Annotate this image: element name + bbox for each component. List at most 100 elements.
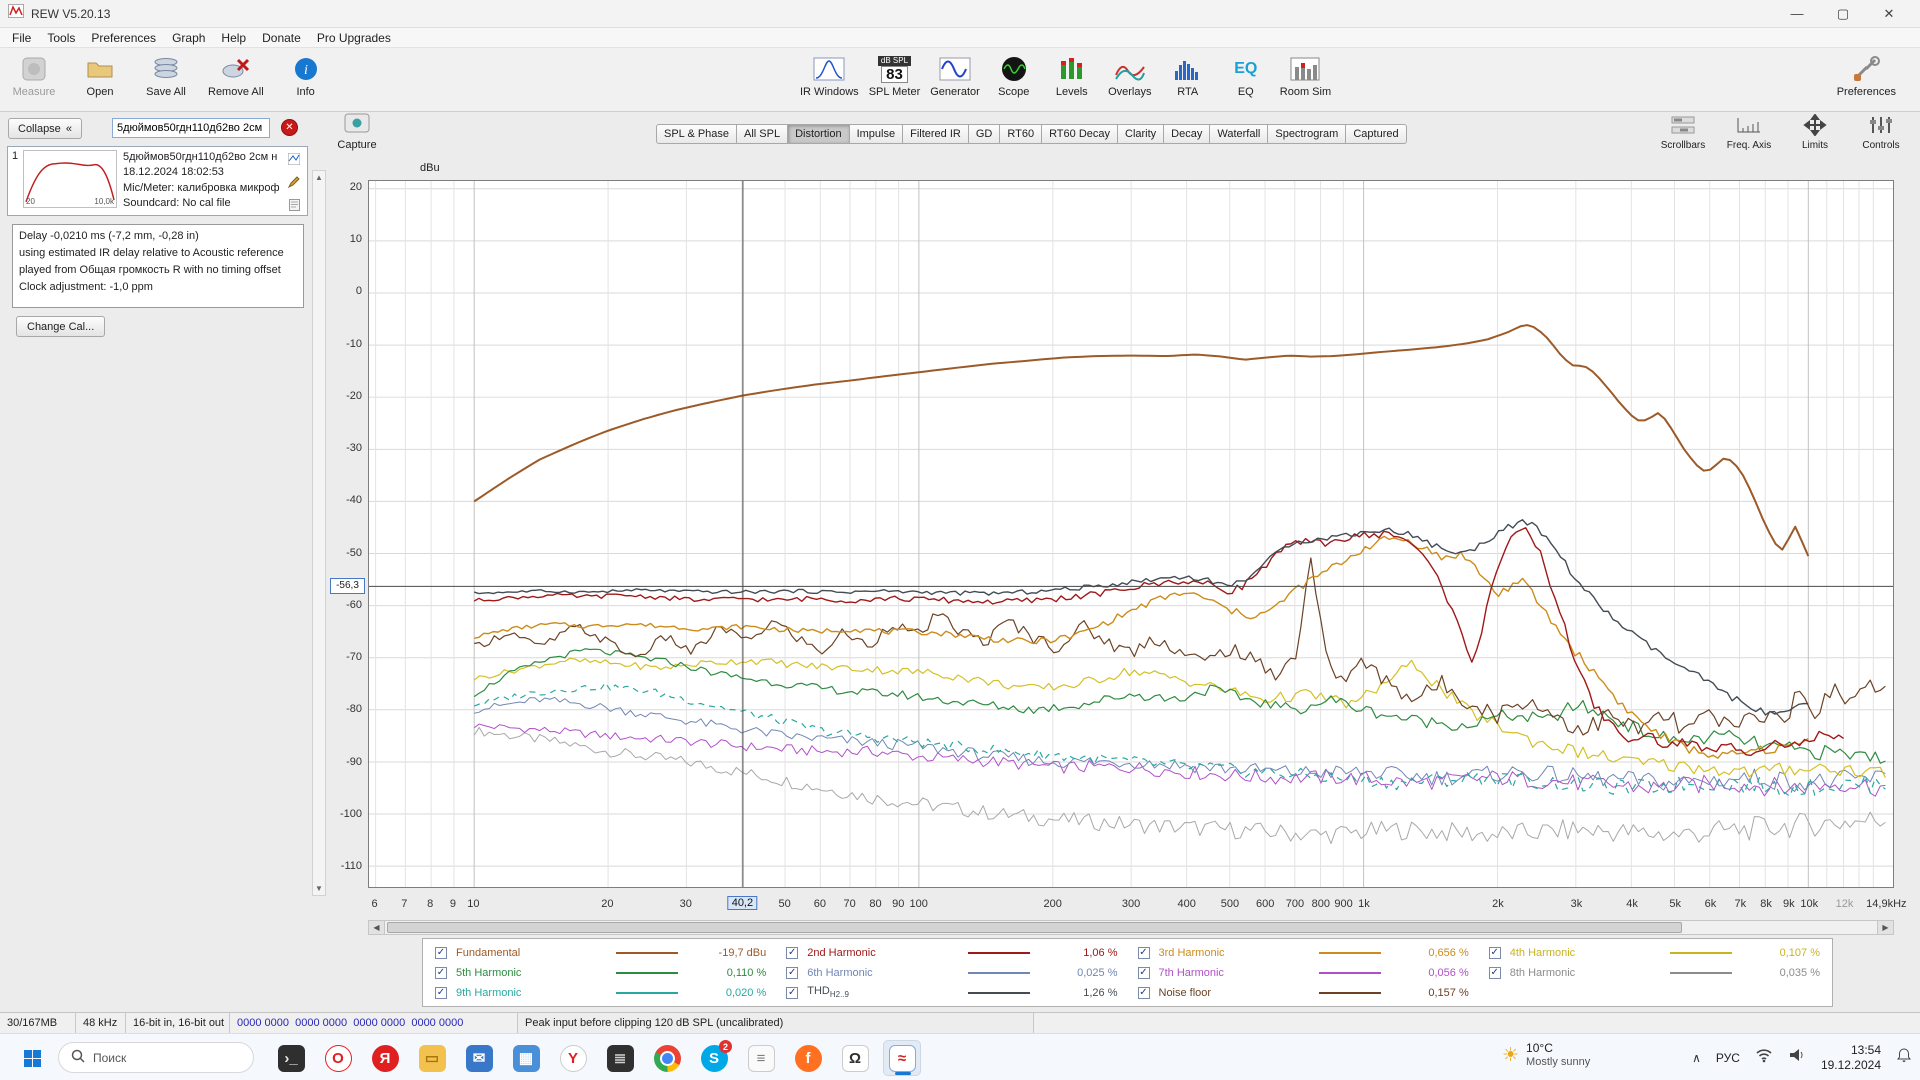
tab-waterfall[interactable]: Waterfall — [1210, 124, 1268, 144]
info-icon: i — [293, 54, 319, 84]
graph-tabs: SPL & PhaseAll SPLDistortionImpulseFilte… — [656, 124, 1407, 144]
taskbar-app-file-explorer[interactable]: ▭ — [413, 1040, 451, 1076]
menu-graph[interactable]: Graph — [164, 29, 213, 47]
weather-widget[interactable]: ☀ 10°C Mostly sunny — [1502, 1041, 1590, 1070]
taskbar-app-chrome[interactable] — [648, 1040, 686, 1076]
tab-spl-phase[interactable]: SPL & Phase — [656, 124, 737, 144]
tab-spectrogram[interactable]: Spectrogram — [1268, 124, 1346, 144]
tab-impulse[interactable]: Impulse — [850, 124, 904, 144]
menu-tools[interactable]: Tools — [39, 29, 83, 47]
volume-icon[interactable] — [1788, 1048, 1806, 1067]
tab-rt60-decay[interactable]: RT60 Decay — [1042, 124, 1118, 144]
ir-windows-button[interactable]: IR Windows — [800, 54, 859, 98]
save-all-button[interactable]: Save All — [142, 54, 190, 98]
taskbar-app-skype[interactable]: S2 — [695, 1040, 733, 1076]
menu-pro-upgrades[interactable]: Pro Upgrades — [309, 29, 399, 47]
h-scrollbar-thumb[interactable] — [387, 922, 1682, 933]
x-tick-7k: 7k — [1734, 898, 1746, 910]
scrollbars-toggle-button[interactable]: Scrollbars — [1656, 114, 1710, 151]
taskbar-app-omega[interactable]: Ω — [836, 1040, 874, 1076]
legend-checkbox[interactable]: ✓ — [435, 947, 447, 959]
tab-clarity[interactable]: Clarity — [1118, 124, 1164, 144]
preferences-button[interactable]: Preferences — [1837, 54, 1896, 98]
rta-button[interactable]: RTA — [1164, 54, 1212, 98]
tab-all-spl[interactable]: All SPL — [737, 124, 788, 144]
hidden-icons-chevron[interactable]: ∧ — [1692, 1051, 1701, 1065]
capture-button[interactable]: Capture — [334, 112, 380, 151]
scroll-left-icon[interactable]: ◀ — [369, 921, 385, 934]
legend-checkbox[interactable]: ✓ — [435, 967, 447, 979]
menu-help[interactable]: Help — [213, 29, 254, 47]
clock[interactable]: 13:54 19.12.2024 — [1821, 1043, 1881, 1073]
taskbar-app-opera[interactable]: O — [319, 1040, 357, 1076]
freq-axis-button[interactable]: Freq. Axis — [1722, 114, 1776, 151]
taskbar-app-yandex[interactable]: Y — [554, 1040, 592, 1076]
taskbar-app-rew[interactable]: ≈ — [883, 1040, 921, 1076]
panel-scrollbar[interactable]: ▲ ▼ — [312, 170, 326, 896]
legend-checkbox[interactable]: ✓ — [435, 987, 447, 999]
remove-measurement-button[interactable]: ✕ — [281, 119, 298, 136]
minimize-button[interactable]: — — [1774, 0, 1820, 27]
taskbar-app-notes[interactable]: ≡ — [742, 1040, 780, 1076]
taskbar-app-calculator[interactable]: ▦ — [507, 1040, 545, 1076]
tab-filtered-ir[interactable]: Filtered IR — [903, 124, 969, 144]
taskbar-app-terminal[interactable]: ›_ — [272, 1040, 310, 1076]
scroll-up-icon[interactable]: ▲ — [315, 173, 323, 182]
start-button[interactable] — [16, 1042, 48, 1074]
notes-icon[interactable] — [289, 198, 300, 216]
language-indicator[interactable]: РУС — [1716, 1051, 1740, 1065]
room-sim-button[interactable]: Room Sim — [1280, 54, 1331, 98]
tab-rt60[interactable]: RT60 — [1000, 124, 1042, 144]
close-button[interactable]: ✕ — [1866, 0, 1912, 27]
taskbar-app-firefox[interactable]: f — [789, 1040, 827, 1076]
edit-pencil-icon[interactable] — [288, 175, 300, 193]
scroll-right-icon[interactable]: ▶ — [1877, 921, 1893, 934]
measurement-name-input[interactable] — [112, 118, 270, 138]
measurement-card[interactable]: 1 20 10,0k 5дюймов50гдн110дб2во 2см н 18… — [7, 146, 308, 216]
legend-checkbox[interactable]: ✓ — [1489, 967, 1501, 979]
spl-meter-button[interactable]: dB SPL 83 SPL Meter — [869, 54, 921, 98]
maximize-button[interactable]: ▢ — [1820, 0, 1866, 27]
graph-h-scrollbar[interactable]: ◀ ▶ — [368, 920, 1894, 935]
scrollbars-icon — [1670, 114, 1696, 139]
overlays-button[interactable]: Overlays — [1106, 54, 1154, 98]
taskbar-app-mixer[interactable]: ≣ — [601, 1040, 639, 1076]
menu-preferences[interactable]: Preferences — [83, 29, 164, 47]
change-cal-button[interactable]: Change Cal... — [16, 316, 105, 337]
x-tick-9k: 9k — [1783, 898, 1795, 910]
trace-color-icon[interactable] — [288, 152, 300, 170]
controls-button[interactable]: Controls — [1854, 114, 1908, 151]
tab-captured[interactable]: Captured — [1346, 124, 1406, 144]
legend-label: THDH2..9 — [807, 985, 961, 999]
open-button[interactable]: Open — [76, 54, 124, 98]
levels-button[interactable]: Levels — [1048, 54, 1096, 98]
menu-file[interactable]: File — [4, 29, 39, 47]
limits-button[interactable]: Limits — [1788, 114, 1842, 151]
distortion-plot[interactable] — [368, 180, 1894, 888]
legend-checkbox[interactable]: ✓ — [1138, 967, 1150, 979]
eq-button[interactable]: EQ EQ — [1222, 54, 1270, 98]
legend-checkbox[interactable]: ✓ — [1138, 987, 1150, 999]
scroll-down-icon[interactable]: ▼ — [315, 884, 323, 893]
generator-button[interactable]: Generator — [930, 54, 980, 98]
remove-all-button[interactable]: Remove All — [208, 54, 264, 98]
taskbar-app-mail[interactable]: ✉ — [460, 1040, 498, 1076]
tab-distortion[interactable]: Distortion — [788, 124, 849, 144]
tab-gd[interactable]: GD — [969, 124, 1001, 144]
status-memory: 30/167MB — [0, 1013, 76, 1033]
legend-checkbox[interactable]: ✓ — [1489, 947, 1501, 959]
taskbar-search[interactable]: Поиск — [58, 1042, 254, 1073]
notification-bell-icon[interactable] — [1896, 1047, 1912, 1068]
scope-button[interactable]: Scope — [990, 54, 1038, 98]
taskbar-app-yandex-browser[interactable]: Я — [366, 1040, 404, 1076]
legend-checkbox[interactable]: ✓ — [1138, 947, 1150, 959]
wifi-icon[interactable] — [1755, 1048, 1773, 1068]
legend-checkbox[interactable]: ✓ — [786, 967, 798, 979]
info-button[interactable]: i Info — [282, 54, 330, 98]
legend-checkbox[interactable]: ✓ — [786, 987, 798, 999]
legend-checkbox[interactable]: ✓ — [786, 947, 798, 959]
collapse-button[interactable]: Collapse « — [8, 118, 82, 139]
menu-donate[interactable]: Donate — [254, 29, 309, 47]
measure-button[interactable]: Measure — [10, 54, 58, 98]
tab-decay[interactable]: Decay — [1164, 124, 1210, 144]
